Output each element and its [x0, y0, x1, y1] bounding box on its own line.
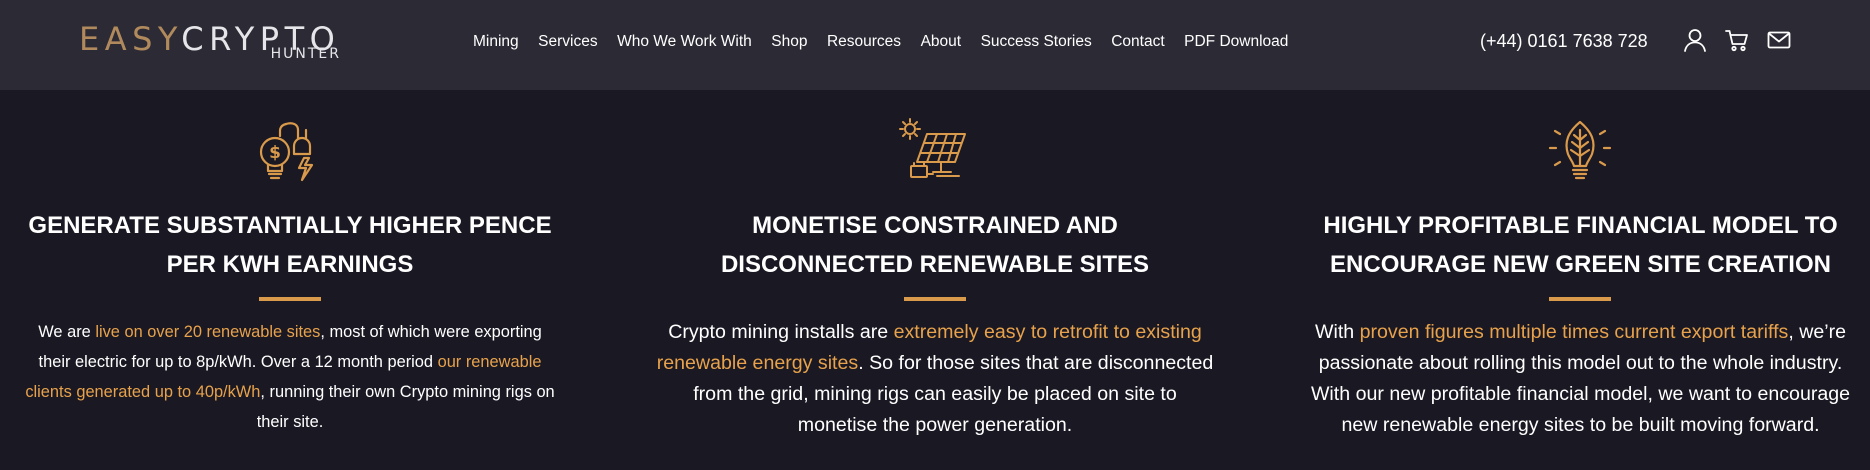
feature-title-3: HIGHLY PROFITABLE FINANCIAL MODEL TO ENC…	[1308, 206, 1853, 284]
feature-divider-2	[904, 297, 966, 301]
lightbulb-plug-icon: $	[254, 116, 326, 188]
nav-pdf-download[interactable]: PDF Download	[1184, 31, 1288, 53]
feature-card-1: $ GENERATE SUBSTANTIALLY HIGHER PENCE PE…	[25, 90, 555, 470]
body-text: With	[1314, 321, 1360, 343]
body-highlight: live on over 20 renewable sites	[95, 323, 321, 341]
body-highlight: proven figures multiple times current ex…	[1359, 321, 1789, 343]
nav-who-we-work-with[interactable]: Who We Work With	[617, 31, 752, 53]
feature-title-1-line1: GENERATE SUBSTANTIALLY HIGHER PENCE	[28, 212, 552, 239]
solar-panel-icon	[899, 116, 971, 188]
site-header: EASYCRYPTO HUNTER Mining Services Who We…	[0, 0, 1870, 90]
mail-icon[interactable]	[1766, 27, 1792, 53]
feature-title-2-line1: MONETISE CONSTRAINED AND	[752, 212, 1118, 239]
body-text: , running their own Crypto mining rigs o…	[256, 383, 555, 431]
feature-divider-1	[259, 297, 321, 301]
nav-about[interactable]: About	[921, 31, 962, 53]
leaf-bulb-icon	[1544, 116, 1616, 188]
feature-title-2: MONETISE CONSTRAINED AND DISCONNECTED RE…	[655, 206, 1215, 284]
nav-contact[interactable]: Contact	[1111, 31, 1164, 53]
feature-divider-3	[1549, 297, 1611, 301]
logo-easy: EASY	[79, 20, 182, 58]
logo[interactable]: EASYCRYPTO HUNTER	[79, 20, 343, 64]
cart-icon[interactable]	[1724, 27, 1750, 53]
feature-title-1-line2: PER KWH EARNINGS	[166, 251, 414, 278]
feature-title-3-line2: ENCOURAGE NEW GREEN SITE CREATION	[1330, 251, 1831, 278]
feature-body-1: We are live on over 20 renewable sites , …	[25, 317, 555, 437]
feature-card-3: HIGHLY PROFITABLE FINANCIAL MODEL TO ENC…	[1308, 90, 1853, 470]
feature-title-3-line1: HIGHLY PROFITABLE FINANCIAL MODEL TO	[1323, 212, 1838, 239]
body-text: Crypto mining installs are	[668, 321, 894, 343]
nav-mining[interactable]: Mining	[473, 31, 519, 53]
main-nav: Mining Services Who We Work With Shop Re…	[473, 31, 1308, 53]
feature-title-2-line2: DISCONNECTED RENEWABLE SITES	[720, 251, 1150, 278]
body-text: We are	[38, 323, 96, 341]
phone-number[interactable]: (+44) 0161 7638 728	[1480, 29, 1648, 53]
svg-text:$: $	[269, 143, 281, 163]
feature-card-2: MONETISE CONSTRAINED AND DISCONNECTED RE…	[655, 90, 1215, 470]
feature-title-1: GENERATE SUBSTANTIALLY HIGHER PENCE PER …	[25, 206, 555, 284]
nav-services[interactable]: Services	[538, 31, 597, 53]
logo-subtitle: HUNTER	[270, 46, 341, 62]
nav-shop[interactable]: Shop	[771, 31, 807, 53]
user-icon[interactable]	[1682, 27, 1708, 53]
feature-body-2: Crypto mining installs are extremely eas…	[655, 317, 1215, 441]
nav-resources[interactable]: Resources	[827, 31, 901, 53]
nav-success-stories[interactable]: Success Stories	[981, 31, 1092, 53]
feature-body-3: With proven figures multiple times curre…	[1308, 317, 1853, 441]
